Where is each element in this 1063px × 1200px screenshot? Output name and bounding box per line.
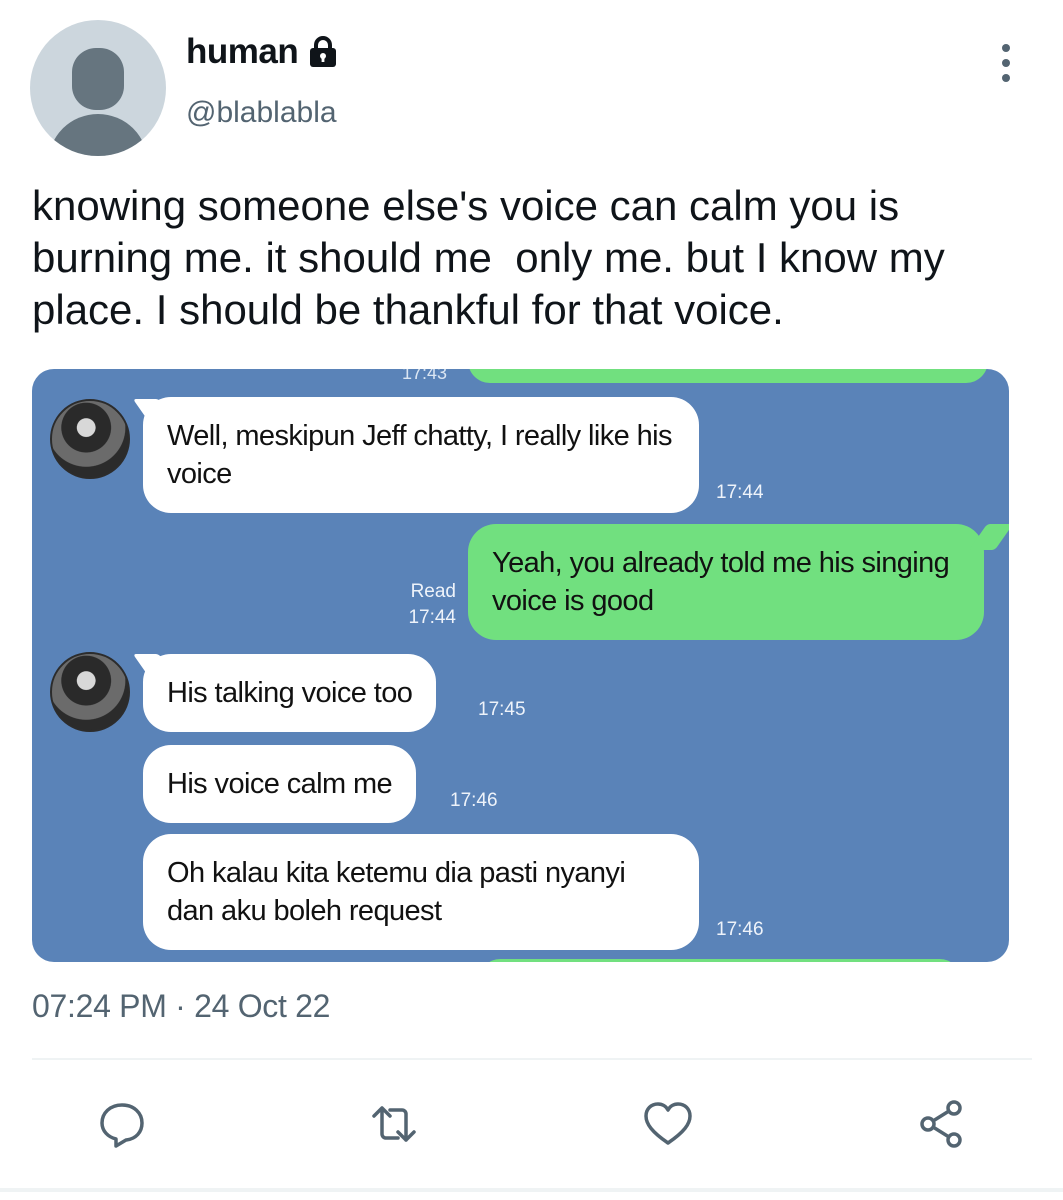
message-time: 17:46 bbox=[716, 919, 764, 940]
outgoing-message: Yeah, you already told me his singing vo… bbox=[468, 524, 984, 640]
incoming-message: His voice calm me bbox=[143, 745, 417, 823]
share-icon[interactable] bbox=[914, 1096, 970, 1152]
avatar[interactable] bbox=[30, 20, 166, 156]
more-options-icon[interactable] bbox=[996, 44, 1016, 88]
message-time: 17:46 bbox=[450, 790, 498, 811]
incoming-message: Oh kalau kita ketemu dia pasti nyanyi da… bbox=[143, 834, 699, 950]
avatar-head bbox=[72, 48, 124, 110]
partial-outgoing-bubble-bottom bbox=[480, 959, 960, 962]
display-name[interactable]: human bbox=[186, 32, 299, 72]
contact-avatar bbox=[50, 652, 130, 732]
partial-outgoing-bubble-top bbox=[468, 369, 988, 383]
partial-time-label: 17:43 bbox=[402, 369, 448, 383]
lock-icon bbox=[306, 35, 340, 69]
bottom-border bbox=[0, 1188, 1063, 1192]
avatar-body bbox=[48, 114, 148, 156]
message-time: 17:44 bbox=[716, 482, 764, 503]
incoming-message: Well, meskipun Jeff chatty, I really lik… bbox=[143, 397, 699, 513]
tweet-text: knowing someone else's voice can calm yo… bbox=[32, 182, 957, 333]
retweet-icon[interactable] bbox=[366, 1096, 422, 1152]
message-time: 17:45 bbox=[478, 699, 526, 720]
like-icon[interactable] bbox=[640, 1096, 696, 1152]
reply-icon[interactable] bbox=[94, 1096, 150, 1152]
read-label: Read bbox=[410, 581, 456, 602]
incoming-message: His talking voice too bbox=[143, 654, 437, 732]
chat-screenshot-image[interactable]: 17:43 Well, meskipun Jeff chatty, I real… bbox=[32, 369, 1009, 962]
tweet-timestamp[interactable]: 07:24 PM · 24 Oct 22 bbox=[32, 988, 330, 1025]
contact-avatar bbox=[50, 399, 130, 479]
divider bbox=[32, 1058, 1032, 1060]
name-row: human bbox=[186, 32, 340, 72]
read-receipt: Read 17:44 bbox=[382, 579, 456, 631]
user-handle[interactable]: @blablabla bbox=[186, 96, 337, 130]
message-time: 17:44 bbox=[408, 607, 456, 628]
